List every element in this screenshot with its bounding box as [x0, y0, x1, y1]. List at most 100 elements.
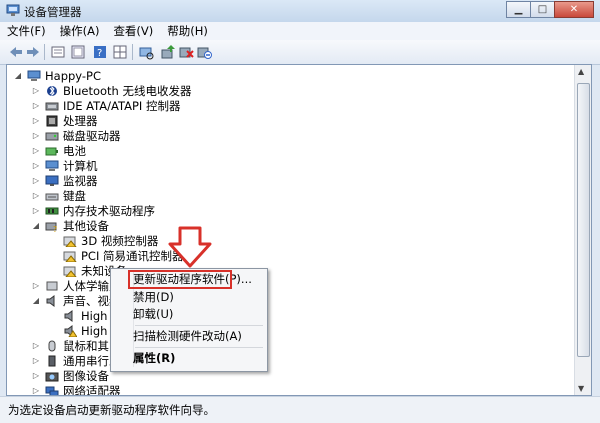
expand-arrow-icon[interactable]: ▷	[31, 386, 41, 395]
scroll-down-icon[interactable]: ▼	[578, 384, 584, 393]
tree-root-label: Happy-PC	[45, 68, 102, 83]
menu-item-properties[interactable]: 属性(R)	[133, 350, 175, 366]
expand-arrow-icon[interactable]: ▷	[31, 176, 41, 185]
window-controls: ▁ □ ✕	[506, 1, 594, 20]
expand-arrow-icon[interactable]: ▷	[31, 131, 41, 140]
battery-icon	[45, 145, 59, 157]
network-icon	[45, 385, 59, 395]
properties-icon[interactable]	[50, 44, 66, 60]
menu-file[interactable]: 文件(F)	[0, 23, 53, 39]
imaging-icon	[45, 370, 59, 382]
help-icon[interactable]: ?	[92, 44, 108, 60]
maximize-button[interactable]: □	[530, 1, 555, 18]
menu-item-disable[interactable]: 禁用(D)	[133, 289, 174, 305]
warning-device-icon	[63, 235, 77, 247]
close-icon: ✕	[569, 4, 579, 15]
expand-arrow-icon[interactable]: ▷	[31, 101, 41, 110]
show-hide-icon[interactable]	[70, 44, 86, 60]
tree-item[interactable]: ▷ 处理器	[31, 113, 98, 128]
monitor-icon	[45, 175, 59, 187]
uninstall-icon[interactable]	[178, 44, 194, 60]
tree-item[interactable]: ▷ Bluetooth 无线电收发器	[31, 83, 192, 98]
tree-item-label: 计算机	[63, 158, 98, 173]
tree-item[interactable]: ▷ 计算机	[31, 158, 98, 173]
expand-arrow-icon[interactable]: ▷	[31, 206, 41, 215]
toolbar-separator	[132, 44, 133, 60]
tree-item-label: 其他设备	[63, 218, 109, 233]
menu-item-uninstall[interactable]: 卸载(U)	[133, 306, 173, 322]
status-text: 为选定设备启动更新驱动程序软件向导。	[8, 403, 215, 417]
tree-item-label: IDE ATA/ATAPI 控制器	[63, 98, 181, 113]
tree-item[interactable]: PCI 简易通讯控制器	[49, 248, 184, 263]
expand-arrow-icon[interactable]: ▷	[31, 191, 41, 200]
disable-icon[interactable]	[196, 44, 212, 60]
expand-arrow-icon[interactable]: ▷	[31, 161, 41, 170]
tree-item[interactable]: ▷ 网络适配器	[31, 383, 121, 396]
menu-item-scan-hardware[interactable]: 扫描检测硬件改动(A)	[133, 328, 242, 344]
expand-arrow-icon[interactable]: ▷	[31, 356, 41, 365]
tree-item[interactable]: ▷ 磁盘驱动器	[31, 128, 121, 143]
collapse-arrow-icon[interactable]: ◢	[31, 221, 41, 230]
scan-hardware-icon[interactable]	[138, 44, 154, 60]
menu-separator	[135, 347, 263, 348]
minimize-button[interactable]: ▁	[506, 1, 531, 18]
tree-item[interactable]: ▷ 内存技术驱动程序	[31, 203, 155, 218]
menu-action[interactable]: 操作(A)	[53, 23, 107, 39]
expand-arrow-icon[interactable]: ▷	[31, 86, 41, 95]
tree-item-label: 磁盘驱动器	[63, 128, 121, 143]
tree-item-label: 电池	[63, 143, 86, 158]
window-title: 设备管理器	[24, 5, 82, 19]
expand-arrow-icon[interactable]: ▷	[31, 371, 41, 380]
expand-arrow-icon[interactable]: ▷	[31, 116, 41, 125]
usb-icon	[45, 355, 59, 367]
tree-item[interactable]: ▷ IDE ATA/ATAPI 控制器	[31, 98, 181, 113]
collapse-arrow-icon[interactable]: ◢	[13, 71, 23, 80]
tree-item[interactable]: ▷ 图像设备	[31, 368, 109, 383]
memory-icon	[45, 205, 59, 217]
update-driver-icon[interactable]	[160, 44, 176, 60]
tree-item[interactable]: ▷ 键盘	[31, 188, 86, 203]
keyboard-icon	[45, 190, 59, 202]
menu-view[interactable]: 查看(V)	[106, 23, 160, 39]
tree-root[interactable]: ◢ Happy-PC	[13, 68, 101, 83]
tree-item-label: 监视器	[63, 173, 98, 188]
device-tree[interactable]: ◢ Happy-PC ▷ Bluetooth 无线电收发器 ▷ IDE ATA/ATA…	[6, 64, 592, 396]
vertical-scrollbar[interactable]: ▲ ▼	[574, 65, 591, 395]
forward-icon[interactable]	[25, 44, 41, 60]
close-button[interactable]: ✕	[554, 1, 594, 18]
toolbar-separator	[44, 44, 45, 60]
tree-item-label: Bluetooth 无线电收发器	[63, 83, 192, 98]
grid-icon[interactable]	[112, 44, 128, 60]
maximize-icon: □	[537, 4, 548, 15]
title-bar: 设备管理器 ▁ □ ✕	[0, 0, 600, 22]
device-manager-window: 设备管理器 ▁ □ ✕ 文件(F) 操作(A) 查看(V) 帮助(H) ? ◢	[0, 0, 600, 423]
other-devices-icon: ?	[45, 220, 59, 232]
back-icon[interactable]	[8, 44, 24, 60]
tree-item[interactable]: ▷ 监视器	[31, 173, 98, 188]
menu-help[interactable]: 帮助(H)	[160, 23, 215, 39]
disk-drive-icon	[45, 130, 59, 142]
expand-arrow-icon[interactable]: ▷	[31, 281, 41, 290]
scroll-up-icon[interactable]: ▲	[578, 67, 584, 76]
menu-separator	[135, 325, 263, 326]
highlight-box	[128, 270, 232, 289]
status-bar: 为选定设备启动更新驱动程序软件向导。	[0, 396, 600, 423]
speaker-warning-icon	[63, 324, 77, 337]
tree-item[interactable]: 3D 视频控制器	[49, 233, 158, 248]
collapse-arrow-icon[interactable]: ◢	[31, 296, 41, 305]
expand-arrow-icon[interactable]: ▷	[31, 146, 41, 155]
speaker-icon	[63, 309, 77, 322]
processor-icon	[45, 115, 59, 127]
svg-text:?: ?	[97, 48, 102, 59]
menu-bar: 文件(F) 操作(A) 查看(V) 帮助(H)	[0, 22, 600, 40]
warning-device-icon	[63, 250, 77, 262]
expand-arrow-icon[interactable]: ▷	[31, 341, 41, 350]
tree-item-label: 内存技术驱动程序	[63, 203, 155, 218]
tree-item-label: 处理器	[63, 113, 98, 128]
tree-item[interactable]: ◢? 其他设备	[31, 218, 109, 233]
tree-item[interactable]: ▷ 电池	[31, 143, 86, 158]
scroll-thumb[interactable]	[577, 83, 590, 357]
minimize-icon: ▁	[514, 4, 523, 15]
annotation-arrow	[168, 226, 212, 268]
tree-item-label: 网络适配器	[63, 383, 121, 396]
